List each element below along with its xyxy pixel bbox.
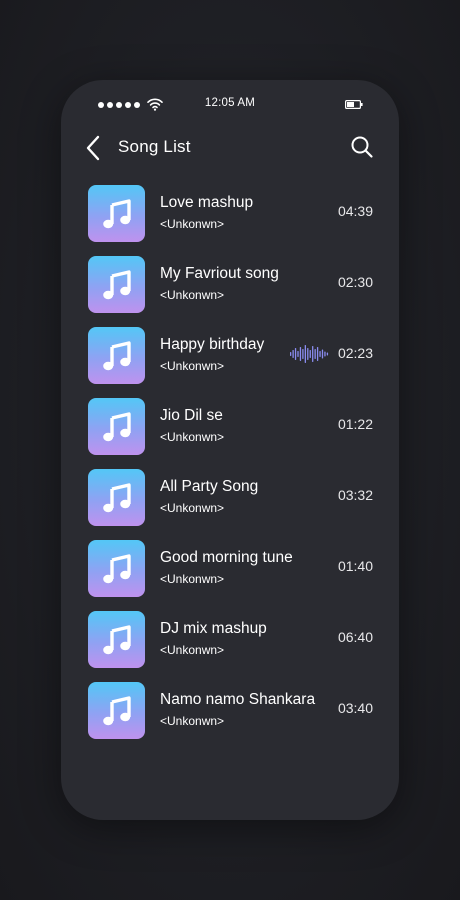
chevron-left-icon: [86, 135, 100, 161]
waveform-icon: [290, 345, 329, 363]
back-button[interactable]: [83, 134, 107, 162]
music-note-icon: [102, 411, 131, 441]
album-art: [88, 185, 145, 242]
music-note-icon: [102, 482, 131, 512]
song-duration: 04:39: [337, 203, 373, 219]
song-title: Good morning tune: [160, 549, 293, 566]
phone-frame: 12:05 AM Song List Love mashup <Unkonwn>…: [61, 80, 399, 820]
screen-background: 12:05 AM Song List Love mashup <Unkonwn>…: [0, 0, 460, 900]
song-artist: <Unkonwn>: [160, 714, 225, 728]
song-duration: 01:22: [337, 416, 373, 432]
song-artist: <Unkonwn>: [160, 501, 225, 515]
song-title: DJ mix mashup: [160, 620, 267, 637]
album-art: [88, 398, 145, 455]
music-note-icon: [102, 198, 131, 228]
song-list-item-playing[interactable]: Happy birthday <Unkonwn> 02:23: [61, 326, 399, 388]
song-title: Love mashup: [160, 194, 254, 211]
song-artist: <Unkonwn>: [160, 643, 225, 657]
song-list-item[interactable]: Jio Dil se <Unkonwn> 01:22: [61, 397, 399, 459]
song-title: My Favriout song: [160, 265, 279, 282]
battery-icon: [345, 100, 363, 109]
song-duration: 03:40: [337, 700, 373, 716]
song-list-item[interactable]: Namo namo Shankara <Unkonwn> 03:40: [61, 681, 399, 743]
app-header: Song List: [61, 128, 399, 168]
song-list-item[interactable]: Love mashup <Unkonwn> 04:39: [61, 184, 399, 246]
search-icon: [351, 136, 373, 158]
song-list-item[interactable]: All Party Song <Unkonwn> 03:32: [61, 468, 399, 530]
song-duration: 03:32: [337, 487, 373, 503]
album-art: [88, 540, 145, 597]
song-list-item[interactable]: My Favriout song <Unkonwn> 02:30: [61, 255, 399, 317]
song-title: Happy birthday: [160, 336, 265, 353]
music-note-icon: [102, 695, 131, 725]
song-artist: <Unkonwn>: [160, 288, 225, 302]
song-duration: 01:40: [337, 558, 373, 574]
status-bar: 12:05 AM: [61, 80, 399, 128]
song-artist: <Unkonwn>: [160, 217, 225, 231]
song-list-item[interactable]: DJ mix mashup <Unkonwn> 06:40: [61, 610, 399, 672]
song-duration: 02:23: [337, 345, 373, 361]
music-note-icon: [102, 553, 131, 583]
page-title: Song List: [118, 137, 191, 156]
song-duration: 06:40: [337, 629, 373, 645]
album-art: [88, 611, 145, 668]
music-note-icon: [102, 624, 131, 654]
music-note-icon: [102, 269, 131, 299]
song-artist: <Unkonwn>: [160, 430, 225, 444]
music-note-icon: [102, 340, 131, 370]
song-artist: <Unkonwn>: [160, 572, 225, 586]
album-art: [88, 256, 145, 313]
album-art: [88, 469, 145, 526]
search-button[interactable]: [349, 134, 375, 160]
song-title: Namo namo Shankara: [160, 691, 316, 708]
song-title: All Party Song: [160, 478, 259, 495]
album-art: [88, 327, 145, 384]
song-artist: <Unkonwn>: [160, 359, 225, 373]
song-duration: 02:30: [337, 274, 373, 290]
album-art: [88, 682, 145, 739]
song-title: Jio Dil se: [160, 407, 223, 424]
song-list-item[interactable]: Good morning tune <Unkonwn> 01:40: [61, 539, 399, 601]
